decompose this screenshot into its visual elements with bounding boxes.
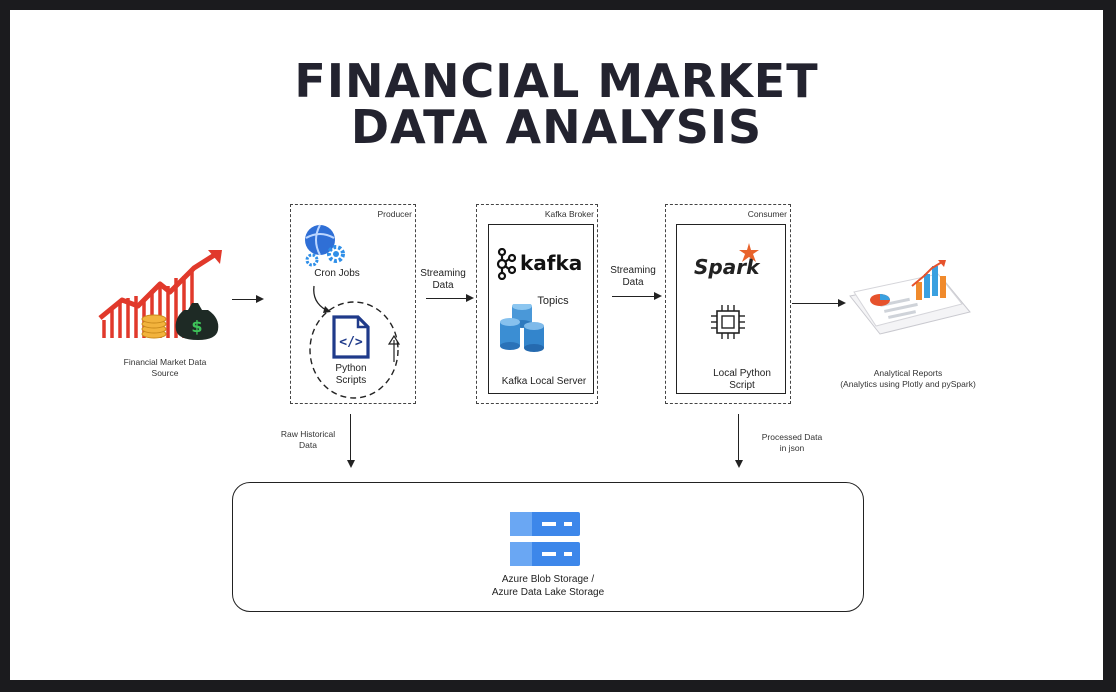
arrow-producer-broker bbox=[426, 298, 468, 299]
consumer-box-label: Consumer bbox=[747, 209, 787, 219]
arrow-consumer-reports bbox=[792, 303, 840, 304]
kafka-logo-text: kafka bbox=[520, 251, 583, 275]
kafka-local-server-label: Kafka Local Server bbox=[501, 376, 587, 387]
globe-gear-icon bbox=[305, 224, 345, 267]
cylinders-icon bbox=[500, 304, 544, 352]
cron-jobs-label: Cron Jobs bbox=[314, 268, 360, 279]
title-line-1: FINANCIAL MARKET bbox=[294, 54, 819, 108]
svg-text:</>: </> bbox=[339, 335, 363, 350]
arrowhead-broker-consumer bbox=[654, 292, 662, 300]
python-scripts-line-2: Scripts bbox=[335, 375, 367, 386]
storage-label-line-1: Azure Blob Storage / bbox=[501, 574, 595, 585]
streaming-data-2-line-2: Data bbox=[622, 277, 644, 288]
report-charts-icon bbox=[849, 260, 971, 335]
cpu-chip-icon bbox=[711, 305, 745, 339]
arrowhead-consumer-reports bbox=[838, 299, 846, 307]
arrow-broker-consumer bbox=[612, 296, 656, 297]
arrowhead-consumer-storage bbox=[735, 460, 743, 468]
svg-text:$: $ bbox=[191, 317, 202, 336]
kafka-broker-label: Kafka Broker bbox=[544, 209, 594, 219]
arrowhead-producer-broker bbox=[466, 294, 474, 302]
local-python-script-line-2: Script bbox=[729, 380, 755, 391]
arrow-producer-storage bbox=[350, 414, 351, 462]
arrow-source-producer bbox=[232, 299, 258, 300]
arrowhead-producer-storage bbox=[347, 460, 355, 468]
server-storage-icon bbox=[510, 512, 580, 566]
kafka-logo-icon bbox=[496, 248, 516, 280]
analytical-reports-line-2: (Analytics using Plotly and pySpark) bbox=[840, 379, 976, 389]
local-python-script-line-1: Local Python bbox=[713, 368, 771, 379]
arrowhead-source-producer bbox=[256, 295, 264, 303]
stock-chart-money-bag-icon: $ bbox=[98, 250, 222, 340]
producer-box-label: Producer bbox=[377, 209, 413, 219]
source-label-line-2: Source bbox=[151, 368, 179, 378]
code-file-icon: </> bbox=[332, 315, 370, 359]
streaming-data-2-line-1: Streaming bbox=[610, 265, 656, 276]
python-scripts-line-1: Python bbox=[335, 363, 367, 374]
processed-data-line-2: in json bbox=[779, 443, 805, 453]
arrow-consumer-storage bbox=[738, 414, 739, 462]
title-line-2: DATA ANALYSIS bbox=[350, 100, 763, 154]
spark-star-icon bbox=[739, 243, 759, 262]
diagram-canvas: FINANCIAL MARKET DATA ANALYSIS $ Financi… bbox=[10, 10, 1103, 680]
streaming-data-1-line-2: Data bbox=[432, 280, 454, 291]
raw-historical-line-2: Data bbox=[299, 440, 317, 450]
streaming-data-1-line-1: Streaming bbox=[420, 268, 466, 279]
storage-label-line-2: Azure Data Lake Storage bbox=[491, 587, 605, 598]
